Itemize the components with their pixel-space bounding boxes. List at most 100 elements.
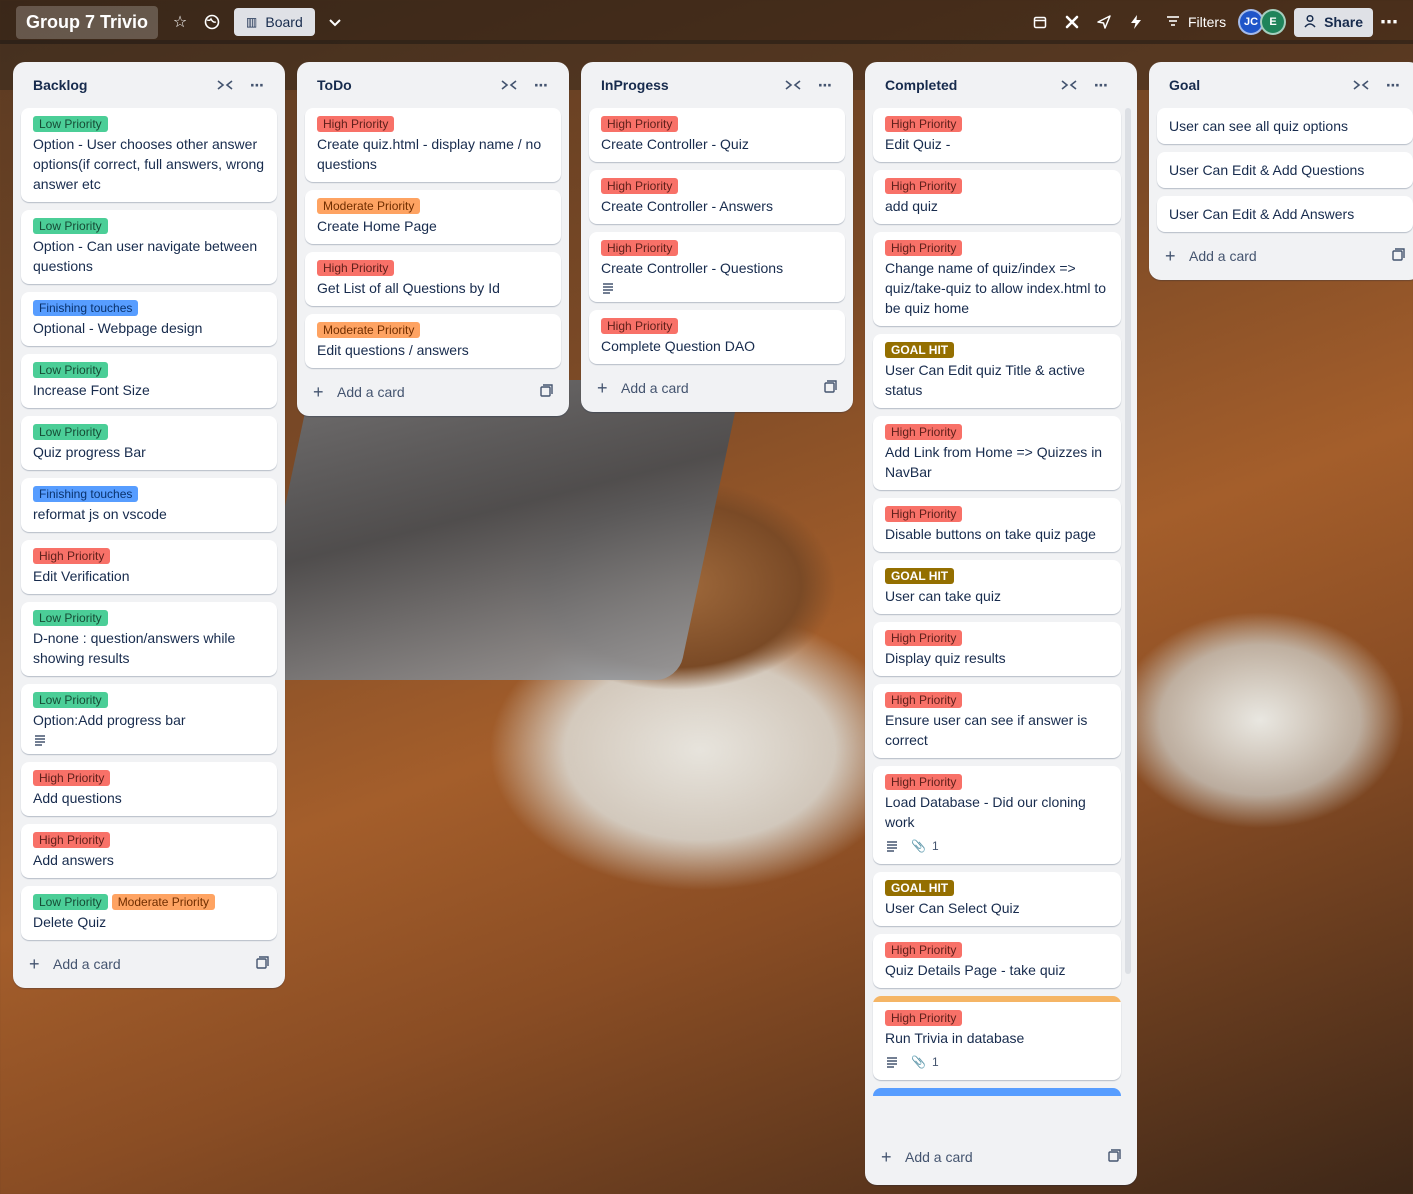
card-template-icon[interactable] <box>824 380 837 396</box>
list-scrollbar[interactable] <box>1125 108 1131 974</box>
card-label[interactable]: High Priority <box>601 178 679 194</box>
card[interactable]: Finishing touches Optional - Webpage desi… <box>21 292 277 346</box>
list-title[interactable]: Completed <box>885 77 1053 93</box>
list-more-icon[interactable]: ⋯ <box>809 69 841 101</box>
card[interactable]: Low Priority Increase Font Size <box>21 354 277 408</box>
card[interactable]: Low Priority Option - User chooses other … <box>21 108 277 202</box>
card[interactable]: High Priority Run Trivia in database 📎 1 <box>873 996 1121 1080</box>
card-label[interactable]: High Priority <box>601 116 679 132</box>
list-title[interactable]: ToDo <box>317 77 493 93</box>
collapse-list-icon[interactable] <box>209 69 241 101</box>
list-more-icon[interactable]: ⋯ <box>1377 69 1409 101</box>
card-label[interactable]: High Priority <box>885 116 963 132</box>
card-label[interactable]: High Priority <box>33 548 111 564</box>
card[interactable]: High Priority Change name of quiz/index =… <box>873 232 1121 326</box>
card-label[interactable]: GOAL HIT <box>885 568 955 584</box>
card-label[interactable]: High Priority <box>33 770 111 786</box>
card[interactable]: GOAL HIT User can take quiz <box>873 560 1121 614</box>
card-label[interactable]: High Priority <box>885 178 963 194</box>
card-label[interactable]: Low Priority <box>33 218 108 234</box>
board-view-switcher[interactable]: ▥ Board <box>234 8 315 36</box>
list-more-icon[interactable]: ⋯ <box>241 69 273 101</box>
card-label[interactable]: High Priority <box>885 1010 963 1026</box>
visibility-globe-icon[interactable] <box>196 6 228 38</box>
add-card-button[interactable]: + Add a card <box>589 372 845 404</box>
card[interactable]: High Priority Edit Verification <box>21 540 277 594</box>
list-title[interactable]: Goal <box>1169 77 1345 93</box>
card[interactable]: High Priority Add answers <box>21 824 277 878</box>
card-label[interactable]: Low Priority <box>33 116 108 132</box>
card[interactable]: High Priority Create quiz.html - display … <box>305 108 561 182</box>
automation-lightning-icon[interactable] <box>1120 6 1152 38</box>
add-card-button[interactable]: + Add a card <box>21 948 277 980</box>
card-label[interactable]: High Priority <box>601 240 679 256</box>
collapse-list-icon[interactable] <box>1053 69 1085 101</box>
calendar-icon[interactable] <box>1024 6 1056 38</box>
card[interactable]: High Priority Ensure user can see if answ… <box>873 684 1121 758</box>
card-label[interactable]: High Priority <box>885 942 963 958</box>
send-icon[interactable] <box>1088 6 1120 38</box>
card-cover-partial[interactable] <box>873 1088 1121 1096</box>
card-label[interactable]: GOAL HIT <box>885 342 955 358</box>
card-label[interactable]: High Priority <box>885 506 963 522</box>
board-title[interactable]: Group 7 Trivio <box>16 5 159 39</box>
list-title[interactable]: Backlog <box>33 77 209 93</box>
card[interactable]: Moderate Priority Edit questions / answer… <box>305 314 561 368</box>
add-card-button[interactable]: + Add a card <box>1157 240 1413 272</box>
more-icon[interactable]: ⋯ <box>1373 6 1405 38</box>
card-label[interactable]: High Priority <box>885 774 963 790</box>
card-label[interactable]: Low Priority <box>33 894 108 910</box>
card[interactable]: High Priority Create Controller - Answers <box>589 170 845 224</box>
filters-button[interactable]: Filters <box>1166 14 1226 30</box>
collapse-list-icon[interactable] <box>493 69 525 101</box>
card-template-icon[interactable] <box>1108 1149 1121 1165</box>
card-label[interactable]: Low Priority <box>33 362 108 378</box>
card[interactable]: Low Priority Quiz progress Bar <box>21 416 277 470</box>
card[interactable]: High Priority Edit Quiz - <box>873 108 1121 162</box>
star-icon[interactable]: ☆ <box>164 6 196 38</box>
card[interactable]: High Priority Complete Question DAO <box>589 310 845 364</box>
card[interactable]: High Priority Add Link from Home => Quizz… <box>873 416 1121 490</box>
list-more-icon[interactable]: ⋯ <box>525 69 557 101</box>
power-ups-icon[interactable] <box>1056 6 1088 38</box>
card-label[interactable]: High Priority <box>317 116 395 132</box>
card[interactable]: High Priority Disable buttons on take qui… <box>873 498 1121 552</box>
card-label[interactable]: Finishing touches <box>33 486 139 502</box>
card-label[interactable]: High Priority <box>885 240 963 256</box>
list-title[interactable]: InProgess <box>601 77 777 93</box>
avatar[interactable]: E <box>1260 9 1287 35</box>
card[interactable]: High Priority Display quiz results <box>873 622 1121 676</box>
card[interactable]: Finishing touches reformat js on vscode <box>21 478 277 532</box>
card[interactable]: High Priority Create Controller - Questio… <box>589 232 845 302</box>
card-template-icon[interactable] <box>1392 248 1405 264</box>
card-label[interactable]: High Priority <box>885 630 963 646</box>
card-label[interactable]: High Priority <box>885 692 963 708</box>
card[interactable]: High Priority Create Controller - Quiz <box>589 108 845 162</box>
card-label[interactable]: High Priority <box>885 424 963 440</box>
card-label[interactable]: Low Priority <box>33 692 108 708</box>
card[interactable]: Low Priority D-none : question/answers wh… <box>21 602 277 676</box>
card[interactable]: GOAL HIT User Can Edit quiz Title & activ… <box>873 334 1121 408</box>
card[interactable]: GOAL HIT User Can Select Quiz <box>873 872 1121 926</box>
card[interactable]: High Priority Get List of all Questions b… <box>305 252 561 306</box>
chevron-down-icon[interactable] <box>319 6 351 38</box>
card[interactable]: User Can Edit & Add Answers <box>1157 196 1413 232</box>
card[interactable]: User Can Edit & Add Questions <box>1157 152 1413 188</box>
card-label[interactable]: GOAL HIT <box>885 880 955 896</box>
add-card-button[interactable]: + Add a card <box>305 376 561 408</box>
card-label[interactable]: High Priority <box>601 318 679 334</box>
card-label[interactable]: Low Priority <box>33 424 108 440</box>
card-template-icon[interactable] <box>540 384 553 400</box>
card[interactable]: High Priority Add questions <box>21 762 277 816</box>
card-label[interactable]: High Priority <box>317 260 395 276</box>
card[interactable]: Low Priority Option - Can user navigate b… <box>21 210 277 284</box>
card[interactable]: Low Priority Moderate Priority Delete Quiz <box>21 886 277 940</box>
share-button[interactable]: Share <box>1294 7 1373 37</box>
card[interactable]: Moderate Priority Create Home Page <box>305 190 561 244</box>
list-more-icon[interactable]: ⋯ <box>1085 69 1117 101</box>
card-template-icon[interactable] <box>256 956 269 972</box>
card[interactable]: Low Priority Option:Add progress bar <box>21 684 277 754</box>
card[interactable]: User can see all quiz options <box>1157 108 1413 144</box>
card[interactable]: High Priority Load Database - Did our clo… <box>873 766 1121 864</box>
add-card-button[interactable]: + Add a card <box>873 1141 1129 1173</box>
